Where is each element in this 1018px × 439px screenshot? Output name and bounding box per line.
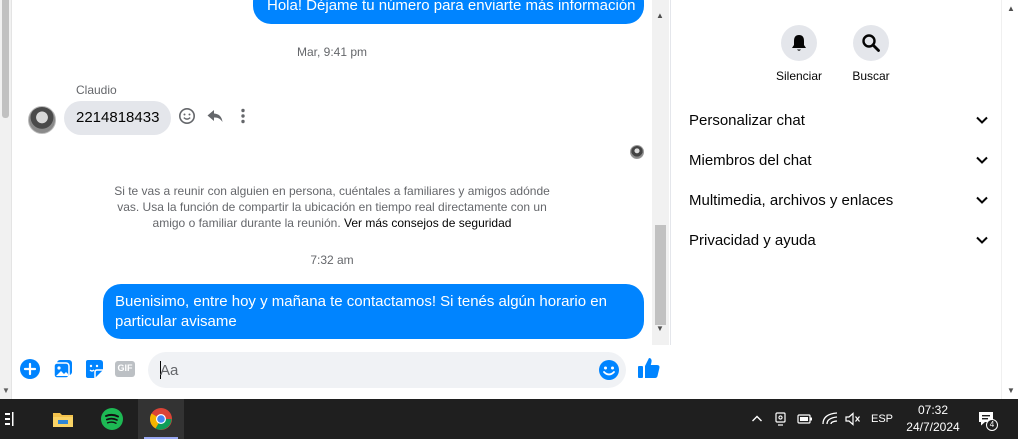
page-scrollbar-thumb[interactable]	[2, 0, 9, 118]
incoming-message[interactable]: 2214818433	[64, 101, 172, 135]
timestamp: 7:32 am	[310, 253, 354, 267]
avatar[interactable]	[28, 106, 56, 134]
clock-time: 07:32	[917, 403, 949, 417]
seen-indicator-avatar	[630, 145, 644, 159]
chevron-up-icon[interactable]	[748, 399, 766, 439]
timestamp: Mar, 9:41 pm	[296, 45, 368, 59]
wifi-icon[interactable]	[820, 399, 840, 439]
scroll-up-arrow-icon[interactable]: ▲	[1007, 4, 1015, 13]
battery-icon[interactable]	[795, 399, 815, 439]
safety-notice: Si te vas a reunir con alguien en person…	[102, 183, 562, 231]
message-list: Hola! Déjame tu número para enviarte más…	[12, 0, 650, 345]
meet-now-icon[interactable]	[772, 399, 790, 439]
taskbar: ESP 07:32 24/7/2024 4	[0, 399, 1018, 439]
react-icon[interactable]	[177, 107, 197, 127]
chat-scrollbar[interactable]: ▲ ▼	[652, 0, 669, 345]
volume-muted-icon[interactable]	[843, 399, 863, 439]
notification-count-badge: 4	[986, 419, 998, 431]
mute-label: Silenciar	[775, 69, 823, 83]
section-customize-chat[interactable]: Personalizar chat	[689, 100, 989, 140]
bell-icon[interactable]	[781, 25, 817, 61]
section-label: Personalizar chat	[689, 111, 805, 129]
section-label: Privacidad y ayuda	[689, 231, 816, 249]
chat-panel: Hola! Déjame tu número para enviarte más…	[12, 0, 671, 399]
file-explorer-icon[interactable]	[44, 399, 82, 439]
gif-icon[interactable]: GIF	[114, 358, 136, 380]
scroll-down-arrow-icon[interactable]: ▼	[1007, 386, 1015, 395]
chevron-down-icon	[976, 116, 988, 124]
notifications-icon[interactable]: 4	[974, 399, 998, 439]
gif-label: GIF	[117, 363, 133, 373]
clock[interactable]: 07:32 24/7/2024	[898, 402, 968, 436]
emoji-icon[interactable]	[598, 359, 620, 381]
chat-scrollbar-thumb[interactable]	[655, 225, 666, 325]
language-indicator[interactable]: ESP	[868, 399, 896, 439]
section-label: Miembros del chat	[689, 151, 812, 169]
section-privacy-help[interactable]: Privacidad y ayuda	[689, 220, 989, 260]
message-input[interactable]	[160, 360, 580, 380]
details-scrollbar[interactable]: ▲ ▼	[1001, 0, 1018, 399]
chevron-down-icon	[976, 156, 988, 164]
outgoing-message[interactable]: Hola! Déjame tu número para enviarte más…	[253, 0, 644, 24]
outgoing-message[interactable]: Buenisimo, entre hoy y mañana te contact…	[103, 284, 644, 339]
task-view-icon[interactable]	[0, 399, 24, 439]
chat-details-panel: Silenciar Buscar Personalizar chat Miemb…	[671, 0, 1001, 399]
outgoing-message-text: Hola! Déjame tu número para enviarte más…	[267, 0, 636, 14]
section-media-files-links[interactable]: Multimedia, archivos y enlaces	[689, 180, 989, 220]
chevron-down-icon	[976, 196, 988, 204]
search-icon[interactable]	[853, 25, 889, 61]
gallery-icon[interactable]	[52, 358, 74, 380]
reply-icon[interactable]	[205, 107, 225, 127]
chrome-icon[interactable]	[138, 399, 184, 439]
search-button[interactable]: Buscar	[836, 25, 906, 83]
message-composer: GIF	[12, 345, 671, 399]
spotify-icon[interactable]	[93, 399, 131, 439]
sticker-icon[interactable]	[83, 358, 105, 380]
section-chat-members[interactable]: Miembros del chat	[689, 140, 989, 180]
more-options-icon[interactable]	[233, 107, 253, 127]
screen: ▼ Hola! Déjame tu número para enviarte m…	[0, 0, 1018, 439]
scroll-down-arrow-icon[interactable]: ▼	[2, 387, 10, 395]
search-label: Buscar	[852, 69, 890, 83]
safety-tips-link[interactable]: Ver más consejos de seguridad	[344, 216, 511, 230]
scroll-up-arrow-icon[interactable]: ▲	[656, 12, 664, 20]
clock-date: 24/7/2024	[906, 420, 960, 434]
sender-name: Claudio	[76, 83, 117, 97]
page-scrollbar[interactable]: ▼	[0, 0, 12, 399]
chevron-down-icon	[976, 236, 988, 244]
section-label: Multimedia, archivos y enlaces	[689, 191, 894, 209]
mute-button[interactable]: Silenciar	[764, 25, 834, 83]
scroll-down-arrow-icon[interactable]: ▼	[656, 325, 664, 333]
plus-icon[interactable]	[19, 358, 41, 380]
thumbs-up-icon[interactable]	[637, 356, 661, 380]
message-input-box[interactable]	[148, 352, 626, 388]
